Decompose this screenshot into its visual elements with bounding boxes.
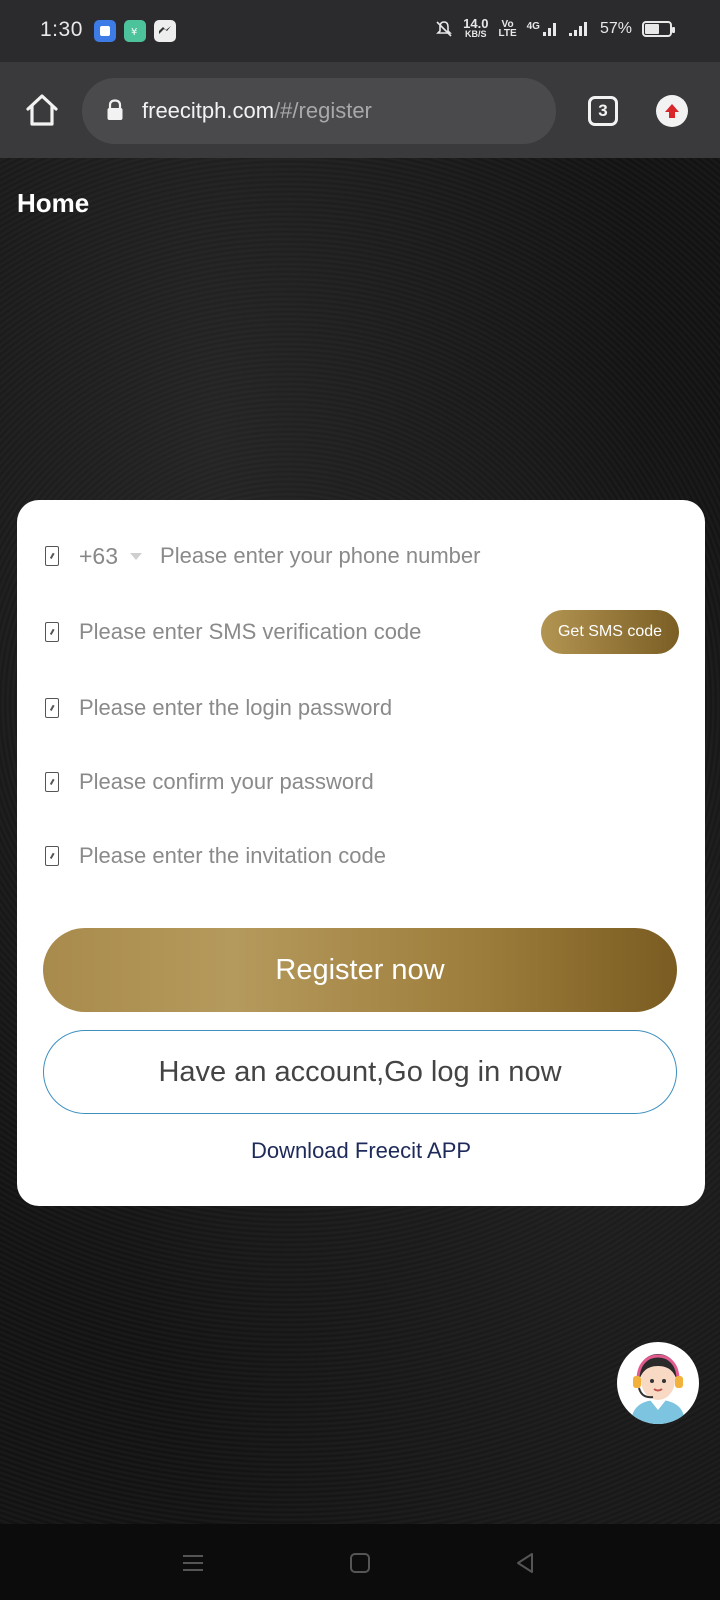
status-indicators: 14.0 KB/S Vo LTE 4G 57% <box>435 16 675 40</box>
invitation-field <box>43 836 679 876</box>
battery-percent: 57% <box>599 20 632 37</box>
lock-icon <box>107 99 123 120</box>
messenger-app-icon <box>154 20 176 42</box>
status-bar: 1:30 ¥ 14.0 KB/S Vo LTE 4G 57% <box>0 0 720 62</box>
blue-app-icon <box>94 20 116 42</box>
svg-text:¥: ¥ <box>131 27 137 38</box>
battery-icon <box>642 21 675 37</box>
browser-toolbar: freecitph.com/#/register 3 <box>0 62 720 158</box>
home-icon <box>26 94 58 126</box>
register-card: +63 Get SMS code Register now Have an ac… <box>17 500 705 1206</box>
customer-support-button[interactable] <box>617 1342 699 1424</box>
login-button[interactable]: Have an account,Go log in now <box>43 1030 677 1114</box>
url-domain: freecitph.com <box>142 98 275 123</box>
register-button[interactable]: Register now <box>43 928 677 1012</box>
mute-bell-icon <box>436 21 453 37</box>
sms-code-icon <box>45 622 59 642</box>
green-app-icon: ¥ <box>124 20 146 42</box>
support-agent-icon <box>631 1354 685 1424</box>
battery-fill <box>645 24 659 34</box>
sms-code-input[interactable] <box>79 619 541 645</box>
password-icon <box>45 698 59 718</box>
address-bar[interactable]: freecitph.com/#/register <box>82 78 556 144</box>
home-nav-button[interactable] <box>345 1548 375 1578</box>
menu-icon <box>183 1555 203 1571</box>
notification-icons: ¥ <box>94 20 176 42</box>
page-title[interactable]: Home <box>17 188 89 219</box>
update-button[interactable] <box>656 95 688 127</box>
chevron-down-icon[interactable] <box>130 552 143 560</box>
square-icon <box>350 1553 370 1573</box>
recents-button[interactable] <box>178 1548 208 1578</box>
phone-field: +63 <box>43 536 679 576</box>
country-code-select[interactable]: +63 <box>79 543 118 570</box>
status-time: 1:30 <box>40 18 83 41</box>
phone-icon <box>45 546 59 566</box>
network-speed: 14.0 KB/S <box>463 16 489 39</box>
password-input[interactable] <box>79 695 679 721</box>
signal-4g-icon: 4G <box>527 21 558 37</box>
signal-strength-icon <box>568 22 587 36</box>
back-triangle-icon <box>517 1553 533 1573</box>
sms-field: Get SMS code <box>43 610 679 654</box>
password-field <box>43 688 679 728</box>
system-nav-bar <box>0 1524 720 1600</box>
tab-switcher-button[interactable]: 3 <box>588 96 618 126</box>
volte-indicator: Vo LTE <box>498 19 517 39</box>
confirm-password-icon <box>45 772 59 792</box>
download-app-link[interactable]: Download Freecit APP <box>17 1138 705 1164</box>
invitation-code-input[interactable] <box>79 843 679 869</box>
home-button[interactable] <box>22 90 62 130</box>
url-text: freecitph.com/#/register <box>142 98 372 124</box>
get-sms-code-button[interactable]: Get SMS code <box>541 610 679 654</box>
phone-input[interactable] <box>160 543 679 569</box>
url-path: /#/register <box>274 98 372 123</box>
invitation-icon <box>45 846 59 866</box>
arrow-up-icon <box>665 104 679 118</box>
back-button[interactable] <box>510 1548 540 1578</box>
page-content: Home +63 Get SMS code Register now Have … <box>0 158 720 1524</box>
confirm-password-field <box>43 762 679 802</box>
confirm-password-input[interactable] <box>79 769 679 795</box>
